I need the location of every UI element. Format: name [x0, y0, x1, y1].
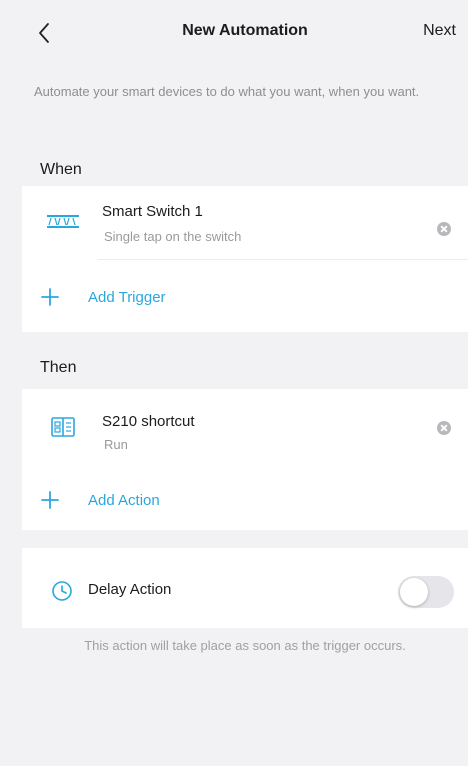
- nav-bar: New Automation Next: [22, 0, 468, 64]
- action-row[interactable]: S210 shortcut Run: [22, 389, 468, 459]
- trigger-name: Smart Switch 1: [102, 203, 203, 220]
- footnote-text: This action will take place as soon as t…: [84, 638, 406, 653]
- clock-icon: [52, 581, 72, 601]
- then-section-label: Then: [40, 359, 77, 376]
- screen: New Automation Next Automate your smart …: [22, 0, 468, 766]
- when-section-label: When: [40, 161, 82, 178]
- divider: [98, 259, 468, 260]
- remove-trigger-button[interactable]: [437, 222, 451, 236]
- intro-text: Automate your smart devices to do what y…: [34, 84, 420, 99]
- when-card: Smart Switch 1 Single tap on the switch …: [22, 186, 468, 332]
- plus-icon: [41, 491, 59, 509]
- toggle-knob: [400, 578, 428, 606]
- action-name: S210 shortcut: [102, 413, 195, 430]
- delay-card: Delay Action: [22, 548, 468, 628]
- trigger-detail: Single tap on the switch: [104, 229, 242, 244]
- add-trigger-button[interactable]: Add Trigger: [22, 275, 468, 319]
- page-title: New Automation: [182, 22, 308, 39]
- delay-action-toggle[interactable]: [398, 576, 454, 608]
- remove-action-button[interactable]: [437, 421, 451, 435]
- shortcut-icon: [51, 417, 75, 437]
- next-button[interactable]: Next: [423, 22, 456, 40]
- add-action-label: Add Action: [88, 492, 160, 509]
- then-card: S210 shortcut Run Add Action: [22, 389, 468, 530]
- trigger-row[interactable]: Smart Switch 1 Single tap on the switch: [22, 186, 468, 258]
- add-action-button[interactable]: Add Action: [22, 478, 468, 522]
- smart-switch-icon: [47, 215, 79, 228]
- action-detail: Run: [104, 437, 128, 452]
- add-trigger-label: Add Trigger: [88, 289, 166, 306]
- delay-action-label: Delay Action: [88, 581, 172, 598]
- plus-icon: [41, 288, 59, 306]
